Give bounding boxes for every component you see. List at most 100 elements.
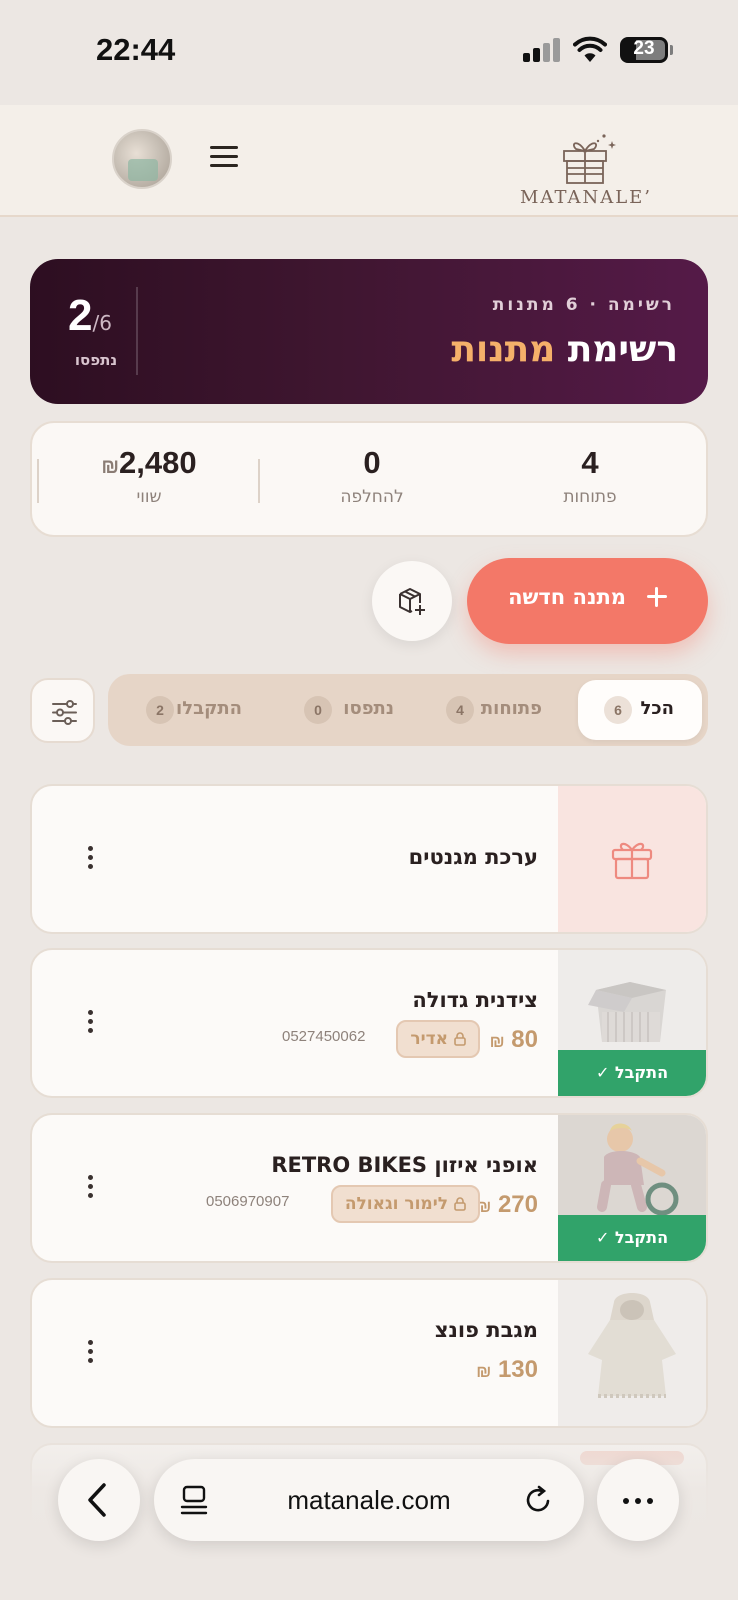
tab-label: פתוחות [480,698,542,719]
stat-separator [37,459,39,503]
more-options-icon[interactable] [84,1169,96,1205]
poncho-towel-image [558,1280,706,1426]
battery-icon: 23 [620,37,673,63]
url-text[interactable]: matanale.com [154,1485,584,1516]
hero-title-accent: מתנות [451,329,556,370]
gift-card[interactable]: מגבת פונצ 130 ₪ [30,1278,708,1428]
gift-card[interactable]: ערכת מגנטים [30,784,708,934]
dot [647,1498,653,1504]
stat-separator [258,459,260,503]
more-options-icon[interactable] [84,1334,96,1370]
stat-exchange: 0 להחלפה [262,445,482,507]
hero-divider [136,287,138,375]
gift-price: 80 ₪ [490,1026,538,1054]
cooler-bag-image [558,950,706,1050]
stats-card: ₪2,480 שווי 0 להחלפה 4 פתוחות [30,421,708,537]
tab-label: הכל [640,698,674,719]
gift-card[interactable]: התקבל ✓ צידנית גדולה 80 ₪ אדיר 052745006… [30,948,708,1098]
status-bar: 22:44 23 [0,0,738,105]
taken-label: נתפסו [74,351,118,369]
tab-open[interactable]: פתוחות 4 [428,680,568,740]
stat-worth: ₪2,480 שווי [39,445,259,507]
exchange-label: להחלפה [340,487,404,507]
chevron-left-icon [88,1483,106,1517]
tab-taken[interactable]: נתפסו 0 [288,680,418,740]
reserver-name: לימור וגאולה [344,1194,448,1214]
package-add-icon [399,588,425,615]
reserver-chip: אדיר [396,1020,480,1058]
more-options-button[interactable] [597,1459,679,1541]
gift-title: צידנית גדולה [412,988,538,1012]
tab-received[interactable]: התקבלו 2 [132,680,272,740]
gift-logo-icon [563,134,616,184]
tab-count: 2 [146,696,174,724]
gift-card[interactable]: התקבל ✓ אופני איזון RETRO BIKES 270 ₪ לי… [30,1113,708,1263]
price-value: 80 [511,1026,538,1053]
stat-open: 4 פתוחות [480,445,700,507]
price-currency: ₪ [489,1032,505,1051]
user-avatar[interactable] [112,129,172,189]
dot [623,1498,629,1504]
gift-title: מגבת פונצ [434,1318,538,1342]
signal-icon [523,38,561,62]
reserver-chip: לימור וגאולה [330,1185,480,1223]
new-gift-button[interactable]: מתנה חדשה [467,558,708,644]
worth-label: שווי [136,487,162,507]
logo-text: MATANALE’ [520,187,653,208]
price-currency: ₪ [476,1362,492,1381]
received-status-badge: התקבל ✓ [558,1050,706,1096]
exchange-value: 0 [363,445,381,480]
price-value: 270 [497,1191,538,1218]
open-value: 4 [581,445,599,480]
tab-count: 6 [604,696,632,724]
gift-price: 130 ₪ [476,1356,538,1384]
plus-icon [646,586,668,608]
filter-settings-button[interactable] [30,678,95,743]
reserver-phone: 0506970907 [206,1193,290,1210]
status-time: 22:44 [96,32,176,67]
gift-title: אופני איזון RETRO BIKES [271,1153,538,1177]
more-options-icon[interactable] [84,840,96,876]
tab-count: 4 [446,696,474,724]
reserver-name: אדיר [410,1029,448,1049]
hero-title: רשימת מתנות [451,329,678,370]
taken-count: 2 [68,291,93,340]
list-hero-card: רשימה · 6 מתנות רשימת מתנות 2/6 נתפסו [30,259,708,404]
reserver-phone: 0527450062 [282,1028,366,1045]
hamburger-menu-icon[interactable] [208,143,240,171]
add-package-button[interactable] [372,561,452,641]
tab-count: 0 [304,696,332,724]
lock-icon [454,1032,466,1046]
open-label: פתוחות [563,487,617,507]
hero-title-main: רשימת [555,329,678,370]
filter-tabs: הכל 6 פתוחות 4 נתפסו 0 התקבלו 2 [108,674,708,746]
total-count: /6 [92,311,112,335]
lock-icon [454,1197,466,1211]
wifi-icon [573,36,607,64]
app-header: MATANALE’ [0,105,738,217]
sliders-icon [52,700,77,725]
taken-counter: 2/6 [60,291,120,341]
gift-title: ערכת מגנטים [408,845,538,869]
new-gift-label: מתנה חדשה [508,585,626,609]
tab-label: התקבלו [176,698,242,719]
hero-subtitle: רשימה · 6 מתנות [492,295,675,315]
balance-bike-image [558,1115,706,1216]
worth-currency: ₪ [101,456,120,478]
received-status-badge: התקבל ✓ [558,1215,706,1261]
reload-icon[interactable] [524,1485,554,1515]
tab-all[interactable]: הכל 6 [578,680,702,740]
matanale-logo[interactable]: MATANALE’ [520,131,650,213]
dot [635,1498,641,1504]
back-button[interactable] [58,1459,140,1541]
price-value: 130 [497,1356,538,1383]
battery-level: 23 [633,38,655,59]
browser-toolbar: matanale.com [0,1432,738,1600]
poncho-towel-thumb [558,1280,706,1426]
more-options-icon[interactable] [84,1004,96,1040]
gift-placeholder-thumb [558,786,706,932]
address-bar[interactable]: matanale.com [154,1459,584,1541]
tab-label: נתפסו [343,698,394,719]
gift-price: 270 ₪ [476,1191,538,1219]
gift-icon [611,842,653,880]
